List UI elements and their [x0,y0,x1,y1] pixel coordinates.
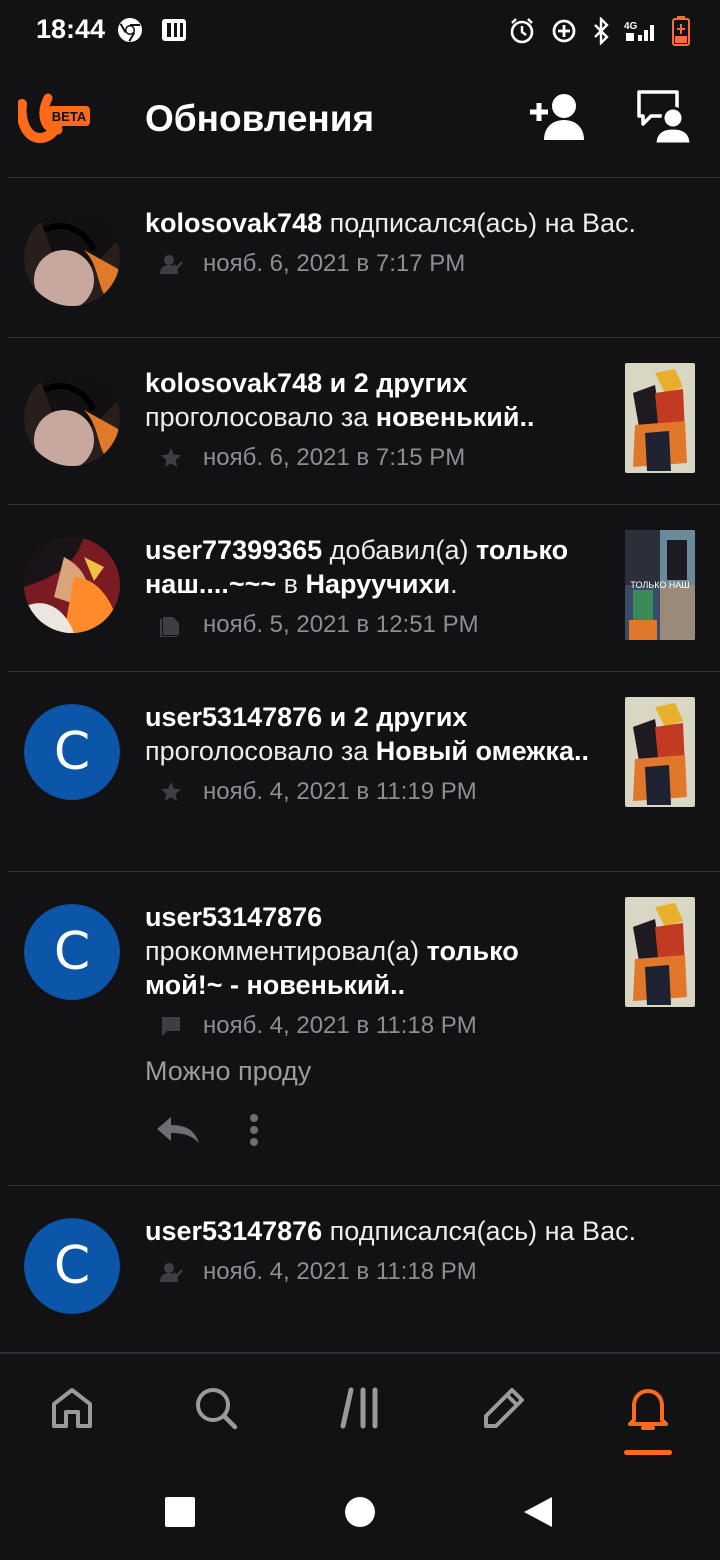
signal-4g-icon: 4G [624,21,654,41]
item-body: user53147876 и 2 других проголосовало за … [145,700,595,806]
search-icon[interactable] [192,1384,240,1432]
app-bar: BETA Обновления [0,62,720,176]
avatar-letter: C [24,904,120,1000]
page-title: Обновления [145,98,375,139]
item-text: kolosovak748 подписался(ась) на Вас. [145,208,637,238]
home-system-icon[interactable] [344,1496,376,1528]
username[interactable]: kolosovak748 и 2 других [145,368,467,398]
messages-button[interactable] [637,90,693,146]
feed-item[interactable]: C user53147876 подписался(ась) на Вас. н… [8,1186,720,1353]
star-icon [161,448,181,467]
username[interactable]: user53147876 и 2 других [145,702,467,732]
user-avatar[interactable]: C [24,904,120,1000]
story-cover-thumbnail[interactable]: ТОЛЬКО НАШ [625,530,695,640]
user-avatar[interactable] [24,210,120,306]
more-options-icon[interactable] [249,1113,259,1147]
feed-item[interactable]: user77399365 добавил(а) только наш....~~… [8,505,720,672]
bluetooth-icon [594,17,609,45]
item-text: user53147876 прокомментировал(а) только м… [145,902,519,1000]
home-icon[interactable] [48,1384,96,1432]
library-icon[interactable] [337,1384,385,1432]
item-meta: нояб. 4, 2021 в 11:18 PM [145,1258,705,1286]
timestamp: нояб. 6, 2021 в 7:15 PM [203,444,466,471]
app-notification-icon [162,19,186,41]
item-body: user77399365 добавил(а) только наш....~~… [145,533,595,639]
status-time: 18:44 [36,14,106,44]
system-navigation-bar [0,1464,720,1560]
timestamp: нояб. 4, 2021 в 11:19 PM [203,778,477,805]
active-tab-indicator [624,1450,672,1455]
recent-apps-icon[interactable] [164,1496,196,1528]
follow-icon [160,255,183,274]
item-meta: нояб. 4, 2021 в 11:18 PM [145,1012,595,1040]
alarm-icon [510,18,534,44]
item-meta: нояб. 6, 2021 в 7:15 PM [145,444,595,472]
story-link[interactable]: новенький.. [376,402,535,432]
logo-badge: BETA [52,109,87,124]
add-friend-button[interactable] [528,92,586,142]
notifications-bell-icon[interactable] [624,1384,672,1432]
item-text: user53147876 и 2 других проголосовало за … [145,702,589,766]
timestamp: нояб. 5, 2021 в 12:51 PM [203,611,479,638]
updates-feed: kolosovak748 подписался(ась) на Вас. ноя… [0,178,720,1353]
item-body: kolosovak748 подписался(ась) на Вас. ноя… [145,206,705,278]
svg-text:ТОЛЬКО НАШ: ТОЛЬКО НАШ [630,580,689,590]
avatar-letter: C [24,704,120,800]
story-cover-thumbnail[interactable] [625,363,695,473]
story-cover-thumbnail[interactable] [625,697,695,807]
item-meta: нояб. 4, 2021 в 11:19 PM [145,778,595,806]
story-link[interactable]: Новый омежка.. [376,736,589,766]
back-icon[interactable] [522,1496,554,1528]
item-text: user77399365 добавил(а) только наш....~~… [145,535,569,599]
user-avatar[interactable] [24,370,120,466]
timestamp: нояб. 6, 2021 в 7:17 PM [203,250,466,277]
comment-icon [162,1017,180,1036]
item-text: kolosovak748 и 2 других проголосовало за … [145,368,535,432]
reading-list-link[interactable]: Наруучихи [306,569,451,599]
bottom-navigation [0,1354,720,1464]
follow-icon [160,1263,183,1282]
username[interactable]: user77399365 [145,535,322,565]
feed-item[interactable]: C user53147876 прокомментировал(а) только… [8,872,720,1186]
user-avatar[interactable]: C [24,1218,120,1314]
username[interactable]: user53147876 [145,902,322,932]
timestamp: нояб. 4, 2021 в 11:18 PM [203,1258,477,1285]
item-text: user53147876 подписался(ась) на Вас. [145,1216,637,1246]
item-body: user53147876 подписался(ась) на Вас. ноя… [145,1214,705,1286]
status-bar: 18:44 4G [0,0,720,62]
svg-text:4G: 4G [624,21,638,32]
item-body: kolosovak748 и 2 других проголосовало за … [145,366,595,472]
star-icon [161,782,181,801]
write-icon[interactable] [480,1384,528,1432]
feed-item[interactable]: kolosovak748 и 2 других проголосовало за … [8,338,720,505]
data-saver-icon [552,19,576,43]
timestamp: нояб. 4, 2021 в 11:18 PM [203,1012,477,1039]
library-icon [160,617,179,637]
battery-icon [672,16,690,46]
user-avatar[interactable] [24,537,120,633]
username[interactable]: kolosovak748 [145,208,322,238]
reply-icon[interactable] [153,1115,201,1145]
feed-item[interactable]: C user53147876 и 2 других проголосовало з… [8,672,720,872]
status-icons: 4G [508,14,690,48]
comment-actions [145,1113,595,1147]
comment-text: Можно проду [145,1056,312,1086]
username[interactable]: user53147876 [145,1216,322,1246]
item-meta: нояб. 5, 2021 в 12:51 PM [145,611,595,639]
avatar-letter: C [24,1218,120,1314]
item-meta: нояб. 6, 2021 в 7:17 PM [145,250,705,278]
story-cover-thumbnail[interactable] [625,897,695,1007]
item-body: user53147876 прокомментировал(а) только м… [145,900,595,1147]
feed-item[interactable]: kolosovak748 подписался(ась) на Вас. ноя… [8,178,720,338]
app-logo[interactable]: BETA [18,90,94,146]
user-avatar[interactable]: C [24,704,120,800]
chrome-icon [118,18,142,42]
